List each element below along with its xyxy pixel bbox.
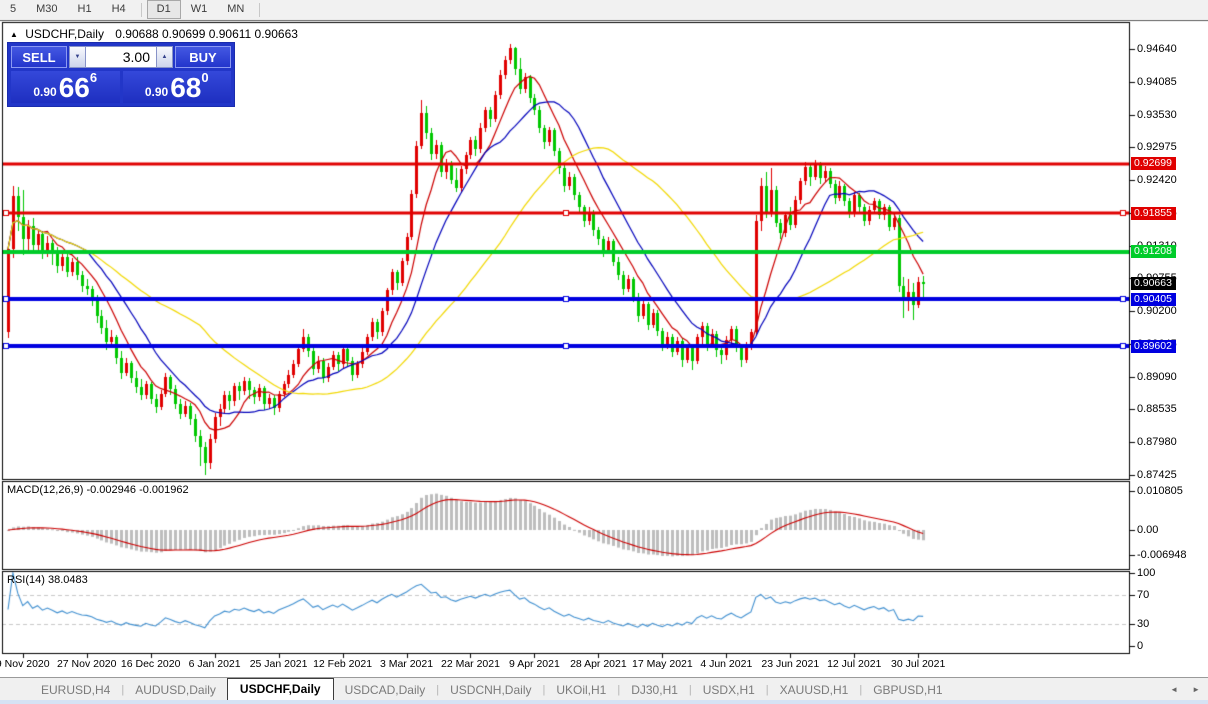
price-tick-label: 0.93530 <box>1137 109 1177 121</box>
price-line-badge: 0.89602 <box>1131 340 1176 353</box>
tab-eurusd-h4[interactable]: EURUSD,H4 <box>30 680 121 700</box>
chart-area: ▲ USDCHF,Daily 0.90688 0.90699 0.90611 0… <box>0 19 1208 677</box>
arrow-down-icon: ▼ <box>75 54 81 60</box>
chart-ohlc-values: 0.90688 0.90699 0.90611 0.90663 <box>115 27 298 41</box>
volume-input[interactable]: 3.00 <box>86 46 156 68</box>
chart-symbol-title: USDCHF,Daily <box>25 27 104 41</box>
sell-price-big: 66 <box>59 74 90 102</box>
price-tick-label: 0.92975 <box>1137 141 1177 153</box>
tab-usdx-h1[interactable]: USDX,H1 <box>692 680 766 700</box>
price-line-badge: 0.92699 <box>1131 157 1176 170</box>
macd-indicator-label: MACD(12,26,9) -0.002946 -0.001962 <box>7 484 189 496</box>
timeframe-button-mn[interactable]: MN <box>217 0 254 19</box>
tab-scroll-right-icon[interactable]: ► <box>1192 685 1200 694</box>
price-tick-label: 0.94640 <box>1137 43 1177 55</box>
timeframe-button-h4[interactable]: H4 <box>102 0 136 19</box>
toolbar-separator <box>259 3 260 17</box>
volume-increase-button[interactable]: ▲ <box>156 46 173 68</box>
tab-scroll-left-icon[interactable]: ◄ <box>1170 685 1178 694</box>
tab-ukoil-h1[interactable]: UKOil,H1 <box>545 680 617 700</box>
tab-dj30-h1[interactable]: DJ30,H1 <box>620 680 689 700</box>
price-line-badge: 0.90405 <box>1131 293 1176 306</box>
sell-price-prefix: 0.90 <box>33 85 56 99</box>
macd-tick-label: 0.010805 <box>1137 485 1183 497</box>
timeframe-button-d1[interactable]: D1 <box>147 0 181 19</box>
arrow-up-icon: ▲ <box>162 54 168 60</box>
price-tick-label: 0.87980 <box>1137 436 1177 448</box>
mt4-window: 5M30H1H4 D1W1MN ▲ USDCHF,Daily 0.90688 0.… <box>0 0 1208 704</box>
timeframe-button-5[interactable]: 5 <box>0 0 26 19</box>
volume-decrease-button[interactable]: ▼ <box>69 46 86 68</box>
price-line-badge: 0.91855 <box>1131 207 1176 220</box>
collapse-trade-panel-icon[interactable]: ▲ <box>10 30 18 39</box>
macd-tick-label: 0.00 <box>1137 524 1158 536</box>
timeframe-button-h1[interactable]: H1 <box>68 0 102 19</box>
timeframe-button-m30[interactable]: M30 <box>26 0 67 19</box>
price-tick-label: 0.90200 <box>1137 305 1177 317</box>
chart-header: ▲ USDCHF,Daily 0.90688 0.90699 0.90611 0… <box>10 27 298 41</box>
rsi-tick-label: 100 <box>1137 567 1155 579</box>
one-click-trading-panel: SELL ▼ 3.00 ▲ BUY 0.90666 0.90680 <box>7 42 235 107</box>
price-line-badge: 0.90663 <box>1131 277 1176 290</box>
buy-price-display[interactable]: 0.90680 <box>123 71 232 103</box>
date-tick-label: 30 Jul 2021 <box>879 658 957 670</box>
sell-price-sup: 6 <box>90 70 97 85</box>
rsi-indicator-label: RSI(14) 38.0483 <box>7 574 88 586</box>
sell-price-display[interactable]: 0.90666 <box>11 71 120 103</box>
timeframe-button-w1[interactable]: W1 <box>181 0 218 19</box>
chart-tab-bar: EURUSD,H4|AUDUSD,DailyUSDCHF,DailyUSDCAD… <box>0 677 1208 701</box>
buy-button[interactable]: BUY <box>175 46 231 68</box>
macd-tick-label: -0.006948 <box>1137 549 1187 561</box>
rsi-tick-label: 30 <box>1137 618 1149 630</box>
tab-usdchf-daily[interactable]: USDCHF,Daily <box>227 678 334 701</box>
tab-scroll-arrows: ◄ ► <box>1170 685 1208 694</box>
sell-button[interactable]: SELL <box>11 46 67 68</box>
price-tick-label: 0.92420 <box>1137 174 1177 186</box>
rsi-tick-label: 70 <box>1137 589 1149 601</box>
price-tick-label: 0.88535 <box>1137 403 1177 415</box>
price-tick-label: 0.89090 <box>1137 371 1177 383</box>
price-tick-label: 0.87425 <box>1137 469 1177 481</box>
buy-price-sup: 0 <box>201 70 208 85</box>
tab-usdcad-daily[interactable]: USDCAD,Daily <box>334 680 437 700</box>
toolbar-separator <box>141 3 142 17</box>
price-line-badge: 0.91208 <box>1131 245 1176 258</box>
price-tick-label: 0.94085 <box>1137 76 1177 88</box>
rsi-tick-label: 0 <box>1137 640 1143 652</box>
volume-stepper: ▼ 3.00 ▲ <box>69 46 173 68</box>
timeframe-toolbar: 5M30H1H4 D1W1MN <box>0 0 1208 20</box>
tab-usdcnh-daily[interactable]: USDCNH,Daily <box>439 680 542 700</box>
tab-audusd-daily[interactable]: AUDUSD,Daily <box>124 680 227 700</box>
buy-price-prefix: 0.90 <box>145 85 168 99</box>
price-chart-canvas[interactable] <box>0 19 1208 677</box>
chart-tabs: EURUSD,H4|AUDUSD,DailyUSDCHF,DailyUSDCAD… <box>0 678 954 701</box>
buy-price-big: 68 <box>170 74 201 102</box>
tab-gbpusd-h1[interactable]: GBPUSD,H1 <box>862 680 953 700</box>
tab-xauusd-h1[interactable]: XAUUSD,H1 <box>769 680 860 700</box>
bottom-strip <box>0 700 1208 704</box>
